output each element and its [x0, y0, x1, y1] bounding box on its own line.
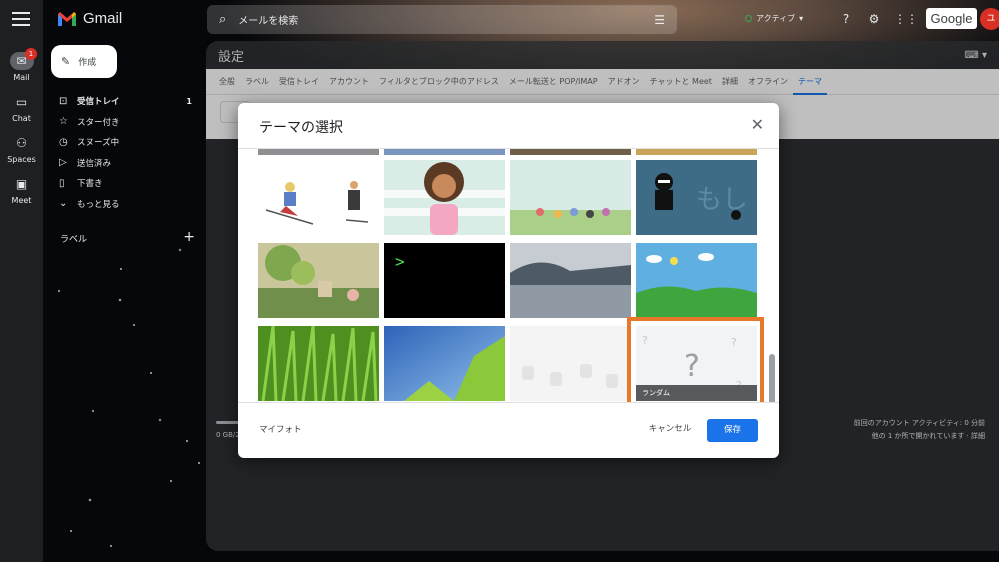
nav-item-drafts[interactable]: ▯ 下書き — [55, 173, 200, 194]
inbox-icon: ⊡ — [59, 95, 68, 107]
theme-thumb-grass[interactable] — [258, 326, 379, 401]
nav-label: もっと見る — [77, 199, 120, 210]
search-bar[interactable]: ⌕ メールを検索 ☰ — [207, 5, 677, 34]
theme-thumb-terminal[interactable]: > — [384, 243, 505, 318]
rail-item-meet[interactable]: ▣ Meet — [0, 175, 43, 205]
rail-item-chat[interactable]: ▭ Chat — [0, 93, 43, 123]
nav-item-snoozed[interactable]: ◷ スヌーズ中 — [55, 132, 200, 153]
app-rail: ✉ 1 Mail ▭ Chat ⚇ Spaces ▣ Meet — [0, 0, 43, 562]
search-icon[interactable]: ⌕ — [219, 12, 226, 27]
app-name: Gmail — [83, 10, 123, 27]
labels-title: ラベル — [60, 235, 88, 245]
mail-nav: ⊡ 受信トレイ 1 ☆ スター付き ◷ スヌーズ中 ▷ 送信済み ▯ 下書き ⌄… — [55, 91, 200, 214]
gmail-logo[interactable]: Gmail — [57, 10, 122, 27]
save-button[interactable]: 保存 — [707, 419, 758, 442]
compose-label: 作成 — [78, 58, 97, 68]
theme-thumb-park-kids[interactable] — [510, 160, 631, 235]
rail-label-spaces: Spaces — [7, 155, 36, 164]
nav-item-more[interactable]: ⌄ もっと見る — [55, 194, 200, 215]
mail-badge: 1 — [25, 48, 37, 60]
google-account-badge[interactable]: Google — [926, 8, 977, 29]
avatar[interactable]: ユ — [980, 8, 999, 30]
unread-count: 1 — [186, 96, 192, 106]
selected-theme-highlight — [627, 317, 764, 402]
rail-label-meet: Meet — [11, 196, 32, 205]
theme-thumb-lake[interactable] — [510, 243, 631, 318]
nav-label: 下書き — [77, 179, 103, 190]
theme-grid: もし > ? ? ? ランダム — [238, 148, 779, 403]
nav-label: スター付き — [77, 117, 120, 128]
draft-icon: ▯ — [59, 177, 65, 189]
dialog-title: テーマの選択 — [259, 120, 343, 136]
meet-icon: ▣ — [15, 177, 28, 191]
gmail-m-icon — [57, 11, 77, 27]
status-text: アクティブ — [756, 14, 796, 23]
star-icon: ☆ — [59, 116, 68, 128]
chevron-down-icon: ▾ — [799, 14, 804, 23]
theme-thumb-partial[interactable] — [384, 149, 505, 155]
theme-thumb-ninja[interactable]: もし — [636, 160, 757, 235]
theme-thumb-partial[interactable] — [258, 149, 379, 155]
theme-thumb-partial[interactable] — [636, 149, 757, 155]
labels-heading: ラベル + — [60, 230, 195, 245]
nav-label: 送信済み — [77, 158, 112, 169]
search-input[interactable]: メールを検索 — [238, 12, 654, 27]
status-dot — [745, 15, 752, 22]
rail-label-mail: Mail — [13, 73, 30, 82]
theme-picker-dialog: テーマの選択 ✕ もし > ? ? ? ランダム マイフォト キャンセル 保存 — [238, 103, 779, 458]
theme-thumb-girl[interactable] — [384, 160, 505, 235]
help-icon[interactable]: ? — [838, 11, 854, 27]
nav-item-starred[interactable]: ☆ スター付き — [55, 112, 200, 133]
send-icon: ▷ — [59, 157, 67, 169]
theme-thumb-garden[interactable] — [258, 243, 379, 318]
my-photos-link[interactable]: マイフォト — [259, 423, 302, 435]
close-icon[interactable]: ✕ — [751, 115, 764, 134]
nav-item-sent[interactable]: ▷ 送信済み — [55, 153, 200, 174]
theme-thumb-android[interactable] — [510, 326, 631, 401]
rail-item-mail[interactable]: ✉ 1 Mail — [0, 48, 43, 82]
search-options-icon[interactable]: ☰ — [654, 13, 665, 27]
pencil-icon: ✎ — [61, 55, 71, 68]
nav-label: スヌーズ中 — [77, 138, 120, 149]
gear-icon[interactable]: ⚙ — [866, 11, 882, 27]
theme-thumb-green-hills[interactable] — [636, 243, 757, 318]
theme-thumb-partial[interactable] — [510, 149, 631, 155]
main-menu-icon[interactable] — [12, 12, 30, 26]
spaces-icon: ⚇ — [16, 136, 27, 150]
svg-text:もし: もし — [696, 185, 748, 215]
svg-text:>: > — [395, 252, 405, 271]
nav-label: 受信トレイ — [77, 97, 120, 108]
rail-label-chat: Chat — [12, 114, 31, 123]
rail-item-spaces[interactable]: ⚇ Spaces — [0, 134, 43, 164]
chat-icon: ▭ — [15, 95, 28, 109]
clock-icon: ◷ — [59, 136, 68, 148]
theme-thumb-leaves[interactable] — [384, 326, 505, 401]
theme-grid-scrollbar[interactable] — [769, 354, 775, 402]
compose-button[interactable]: ✎ 作成 — [51, 45, 117, 78]
cancel-button[interactable]: キャンセル — [638, 417, 702, 441]
nav-item-inbox[interactable]: ⊡ 受信トレイ 1 — [55, 91, 200, 112]
add-label-icon[interactable]: + — [183, 230, 195, 245]
status-indicator[interactable]: アクティブ ▾ — [745, 13, 803, 24]
apps-grid-icon[interactable]: ⋮⋮ — [894, 11, 918, 27]
theme-thumb-skier[interactable] — [258, 160, 379, 235]
chevron-down-icon: ⌄ — [59, 198, 68, 210]
